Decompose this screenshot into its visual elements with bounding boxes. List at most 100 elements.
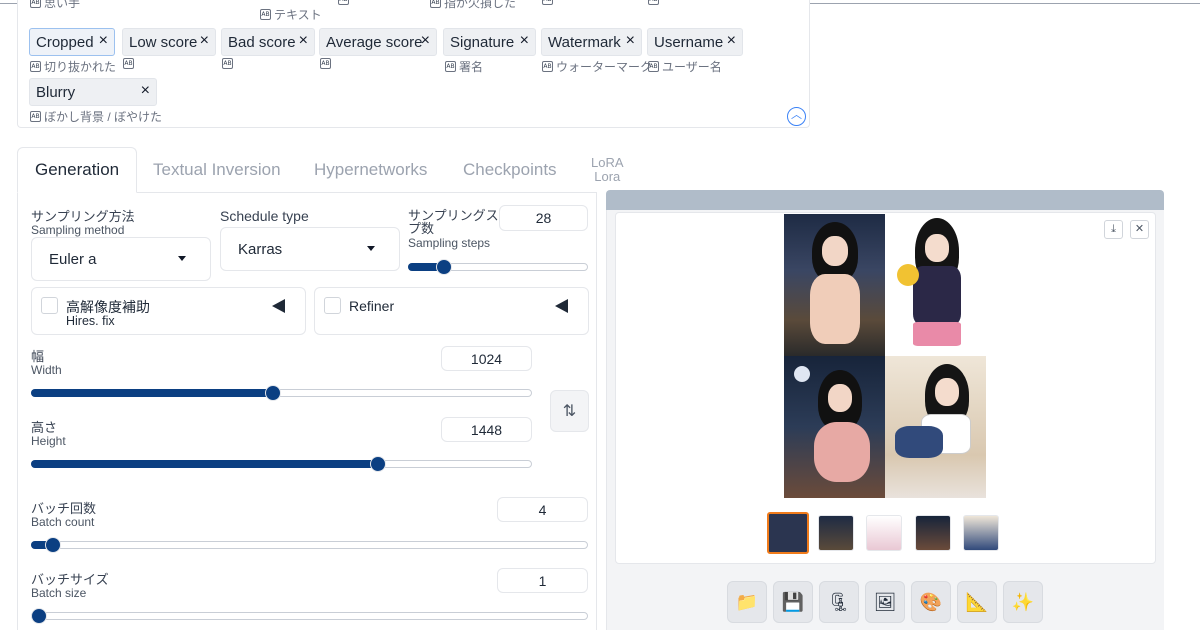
batch-size-slider[interactable] xyxy=(31,608,588,624)
generated-image-1[interactable] xyxy=(784,214,885,356)
slider-fill xyxy=(31,460,378,468)
remove-tag-icon[interactable]: × xyxy=(200,32,209,50)
refiner-checkbox[interactable] xyxy=(324,297,341,314)
tag-low-score[interactable]: Low score × xyxy=(122,28,216,56)
remove-tag-icon[interactable]: × xyxy=(626,32,635,50)
thumbnail-3[interactable] xyxy=(915,515,951,551)
height-input[interactable]: 1448 xyxy=(441,417,532,442)
batch-count-slider[interactable] xyxy=(31,537,588,553)
sampling-method-label-en: Sampling method xyxy=(31,223,125,237)
hires-fix-accordion[interactable]: 高解像度補助 Hires. fix xyxy=(31,287,306,335)
height-label-en: Height xyxy=(31,434,66,448)
figure-face xyxy=(828,384,852,412)
caret-down-icon xyxy=(367,246,375,251)
thumbnail-2[interactable] xyxy=(866,515,902,551)
translate-icon: AB xyxy=(542,0,553,5)
tag-cropped[interactable]: Cropped × xyxy=(29,28,115,56)
figure-face xyxy=(935,378,959,406)
thumbnail-grid[interactable] xyxy=(767,512,809,554)
figure-body xyxy=(810,274,860,344)
zip-button[interactable]: 🗜 xyxy=(819,581,859,623)
tab-bar: Generation Textual Inversion Hypernetwor… xyxy=(17,147,817,193)
tag-watermark[interactable]: Watermark × xyxy=(541,28,642,56)
remove-tag-icon[interactable]: × xyxy=(520,32,529,50)
remove-tag-icon[interactable]: × xyxy=(299,32,308,50)
collapse-up-icon[interactable]: ︿ xyxy=(787,107,806,126)
moon-shape xyxy=(794,366,810,382)
refiner-accordion[interactable]: Refiner xyxy=(314,287,589,335)
tab-checkpoints[interactable]: Checkpoints xyxy=(463,147,557,193)
tag-username[interactable]: Username × xyxy=(647,28,743,56)
sampling-steps-slider[interactable] xyxy=(408,259,588,275)
close-icon[interactable]: ✕ xyxy=(1130,220,1149,239)
tag-label: Average score xyxy=(326,33,423,51)
send-to-inpaint-button[interactable]: 🎨 xyxy=(911,581,951,623)
negative-tag-panel: AB思い手 ABテキスト AB AB指が欠損した AB AB Cropped× … xyxy=(17,0,810,128)
translate-icon: AB xyxy=(430,0,441,8)
schedule-type-dropdown[interactable]: Karras xyxy=(220,227,400,271)
generated-image-2[interactable] xyxy=(885,214,986,356)
image-icon: 🖼 xyxy=(873,591,897,612)
sampling-steps-label-en: Sampling steps xyxy=(408,236,491,250)
translate-icon: AB xyxy=(445,61,456,72)
upscale-button[interactable]: ✨ xyxy=(1003,581,1043,623)
slider-thumb[interactable] xyxy=(31,608,47,624)
thumbnail-4[interactable] xyxy=(963,515,999,551)
remove-tag-icon[interactable]: × xyxy=(421,32,430,50)
generated-image-4[interactable] xyxy=(885,356,986,498)
send-to-img2img-button[interactable]: 🖼 xyxy=(865,581,905,623)
tag-translation: AB xyxy=(222,58,233,69)
remove-tag-icon[interactable]: × xyxy=(99,32,108,50)
hires-fix-label-en: Hires. fix xyxy=(66,314,115,328)
expand-triangle-icon[interactable] xyxy=(555,299,568,313)
height-slider[interactable] xyxy=(31,456,532,472)
save-button[interactable]: 💾 xyxy=(773,581,813,623)
generated-image-3[interactable] xyxy=(784,356,885,498)
tab-generation[interactable]: Generation xyxy=(17,147,138,193)
translate-icon: AB xyxy=(260,9,271,20)
slider-track xyxy=(31,612,588,620)
remove-tag-icon[interactable]: × xyxy=(141,82,150,100)
batch-count-input[interactable]: 4 xyxy=(497,497,588,522)
tag-label: Username xyxy=(654,33,724,51)
tag-bad-score[interactable]: Bad score × xyxy=(221,28,315,56)
width-slider[interactable] xyxy=(31,385,532,401)
tag-translation: AB ウォーターマーク xyxy=(542,60,653,74)
download-icon[interactable]: ⤓ xyxy=(1104,220,1123,239)
tag-blurry[interactable]: Blurry × xyxy=(29,78,157,106)
remove-tag-icon[interactable]: × xyxy=(727,32,736,50)
slider-fill xyxy=(31,389,274,397)
slider-thumb[interactable] xyxy=(436,259,452,275)
folder-icon: 📁 xyxy=(735,591,759,612)
tag-translation: AB xyxy=(123,58,134,69)
sparkle-icon: ✨ xyxy=(1011,591,1035,612)
tag-signature[interactable]: Signature × xyxy=(443,28,536,56)
tag-label: Blurry xyxy=(36,83,76,101)
cut-label: AB 思い手 xyxy=(30,0,80,11)
translate-icon: AB xyxy=(648,61,659,72)
tab-textual-inversion[interactable]: Textual Inversion xyxy=(153,147,281,193)
tab-lora[interactable]: LoRA Lora xyxy=(591,147,624,193)
sampling-method-label-jp: サンプリング方法 xyxy=(31,209,135,224)
height-label-jp: 高さ xyxy=(31,420,58,435)
tab-hypernetworks[interactable]: Hypernetworks xyxy=(314,147,427,193)
sampling-method-dropdown[interactable]: Euler a xyxy=(31,237,211,281)
slider-thumb[interactable] xyxy=(369,456,386,472)
expand-triangle-icon[interactable] xyxy=(272,299,285,313)
tag-translation: AB 署名 xyxy=(445,60,484,74)
ruler-icon: 📐 xyxy=(965,591,989,612)
tag-average-score[interactable]: Average score × xyxy=(319,28,437,56)
tag-label: Cropped xyxy=(36,33,94,51)
send-to-extras-button[interactable]: 📐 xyxy=(957,581,997,623)
batch-size-input[interactable]: 1 xyxy=(497,568,588,593)
refiner-label: Refiner xyxy=(349,298,395,314)
sampling-steps-input[interactable]: 28 xyxy=(499,205,588,231)
batch-size-label-jp: バッチサイズ xyxy=(31,572,109,587)
thumbnail-1[interactable] xyxy=(818,515,854,551)
batch-count-label-jp: バッチ回数 xyxy=(31,501,97,516)
hires-fix-checkbox[interactable] xyxy=(41,297,58,314)
width-input[interactable]: 1024 xyxy=(441,346,532,371)
open-folder-button[interactable]: 📁 xyxy=(727,581,767,623)
swap-dimensions-button[interactable]: ⇅ xyxy=(550,390,589,432)
palette-icon: 🎨 xyxy=(919,591,943,612)
